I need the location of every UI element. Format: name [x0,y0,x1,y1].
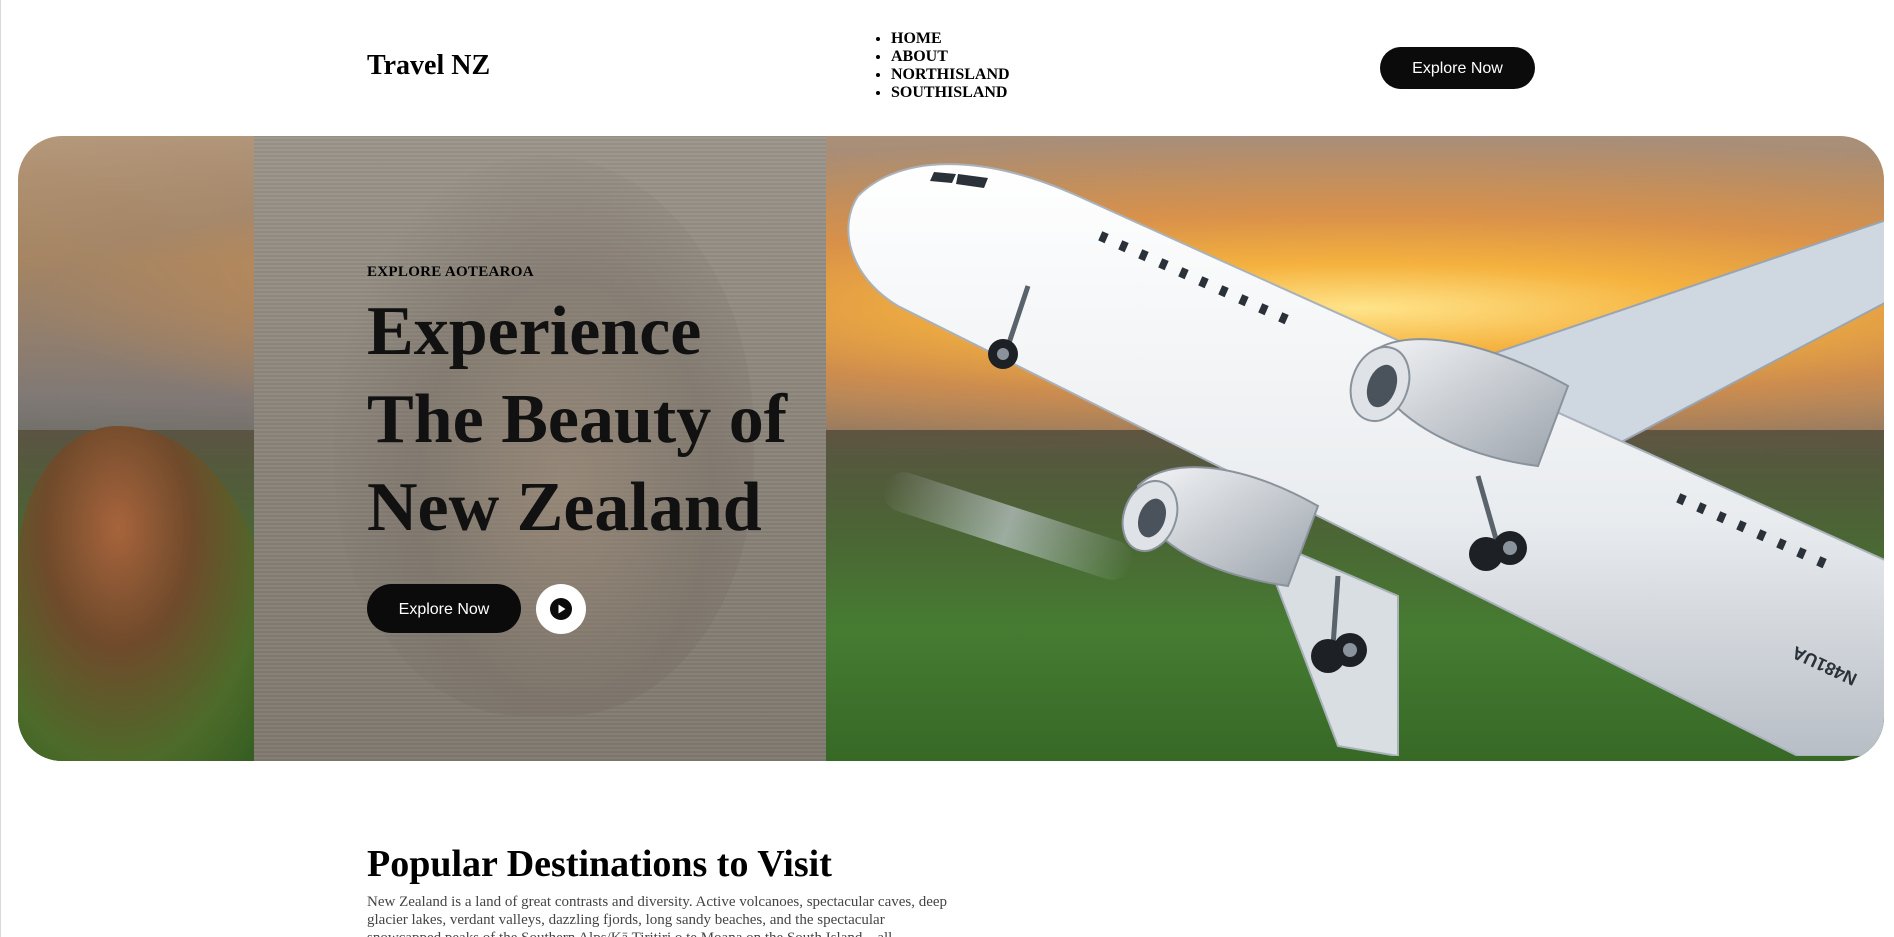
airplane-image: N481UA [847,163,1884,756]
nav-link-southisland[interactable]: SOUTHISLAND [891,84,1007,101]
hero-title-line-2: The Beauty of [367,381,787,458]
nav-link-northisland[interactable]: NORTHISLAND [891,66,1010,83]
site-header: Travel NZ HOME ABOUT NORTHISLAND SOUTHIS… [0,0,1894,136]
play-icon [550,598,572,620]
hero-explore-button[interactable]: Explore Now [367,584,521,633]
play-video-button[interactable] [536,584,586,634]
nav-link-about[interactable]: ABOUT [891,48,948,65]
hero-eyebrow: EXPLORE AOTEAROA [367,264,534,280]
nav-item-southisland: SOUTHISLAND [891,84,1010,102]
hero-title-line-3: New Zealand [367,469,762,546]
destinations-description: New Zealand is a land of great contrasts… [367,894,948,937]
hero-title-line-1: Experience [367,293,702,370]
hero-title: Experience The Beauty of New Zealand [367,288,847,552]
header-explore-button[interactable]: Explore Now [1380,47,1535,89]
hero-banner: N481UA EXPLORE AOTEAROA Experience The B… [18,136,1884,761]
main-nav: HOME ABOUT NORTHISLAND SOUTHISLAND [872,30,1010,102]
destinations-title: Popular Destinations to Visit [367,843,832,885]
brand-logo[interactable]: Travel NZ [367,50,490,82]
page-edge-line [0,0,1,937]
nav-item-about: ABOUT [891,48,1010,66]
nav-item-home: HOME [891,30,1010,48]
nav-item-northisland: NORTHISLAND [891,66,1010,84]
nav-link-home[interactable]: HOME [891,30,942,47]
